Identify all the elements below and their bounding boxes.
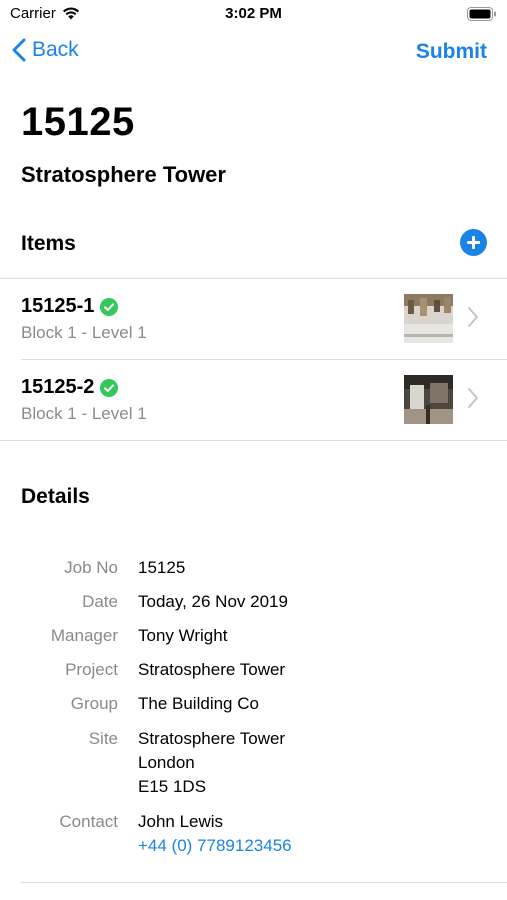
detail-value: The Building Co — [138, 694, 259, 713]
list-item[interactable]: 15125-2 Block 1 - Level 1 — [0, 360, 507, 440]
detail-label: Project — [65, 660, 118, 679]
contact-phone-link[interactable]: +44 (0) 7789123456 — [138, 834, 292, 858]
status-time: 3:02 PM — [225, 5, 282, 22]
site-address-line: E15 1DS — [138, 777, 207, 796]
job-detail-screen: Carrier 3:02 PM Back Submit 15125 Strato… — [0, 0, 507, 900]
job-number-title: 15125 — [21, 100, 135, 144]
item-title: 15125-1 — [21, 295, 95, 317]
detail-label: Manager — [50, 626, 118, 645]
detail-row-contact: Contact John Lewis +44 (0) 7789123456 — [0, 810, 507, 858]
items-heading: Items — [21, 232, 76, 255]
battery-icon — [467, 7, 496, 21]
item-photo-thumbnail — [404, 375, 453, 424]
back-label: Back — [32, 38, 79, 61]
item-title-row: 15125-2 — [21, 376, 119, 399]
details-heading: Details — [21, 485, 90, 508]
check-circle-icon — [100, 378, 119, 397]
detail-label: Job No — [64, 558, 118, 577]
list-item[interactable]: 15125-1 Block 1 - Level 1 — [0, 279, 507, 359]
detail-label: Date — [82, 592, 118, 611]
detail-row-site: Site Stratosphere Tower London E15 1DS — [0, 727, 507, 799]
detail-value: Tony Wright — [138, 626, 228, 645]
site-address-line: Stratosphere Tower — [138, 729, 286, 748]
chevron-right-icon — [468, 388, 478, 408]
detail-value: Stratosphere Tower — [138, 660, 286, 679]
chevron-right-icon — [468, 307, 478, 327]
detail-label: Site — [88, 729, 118, 748]
detail-value: Today, 26 Nov 2019 — [138, 592, 288, 611]
detail-label: Contact — [59, 812, 118, 831]
back-button[interactable]: Back — [12, 38, 79, 62]
submit-button[interactable]: Submit — [416, 40, 487, 64]
detail-label: Group — [70, 694, 118, 713]
navigation-bar: Back Submit — [0, 38, 507, 70]
divider — [21, 882, 507, 883]
site-address-line: London — [138, 753, 195, 772]
divider — [0, 440, 507, 441]
contact-name: John Lewis — [138, 812, 224, 831]
chevron-left-icon — [12, 38, 26, 62]
project-subtitle: Stratosphere Tower — [21, 162, 226, 187]
item-title: 15125-2 — [21, 376, 95, 398]
item-title-row: 15125-1 — [21, 295, 119, 318]
detail-value: 15125 — [138, 558, 186, 577]
item-photo-thumbnail — [404, 294, 453, 343]
check-circle-icon — [100, 297, 119, 316]
item-subtitle: Block 1 - Level 1 — [21, 404, 147, 423]
status-bar: Carrier 3:02 PM — [0, 0, 507, 28]
item-subtitle: Block 1 - Level 1 — [21, 323, 147, 342]
add-item-button[interactable] — [460, 229, 487, 256]
